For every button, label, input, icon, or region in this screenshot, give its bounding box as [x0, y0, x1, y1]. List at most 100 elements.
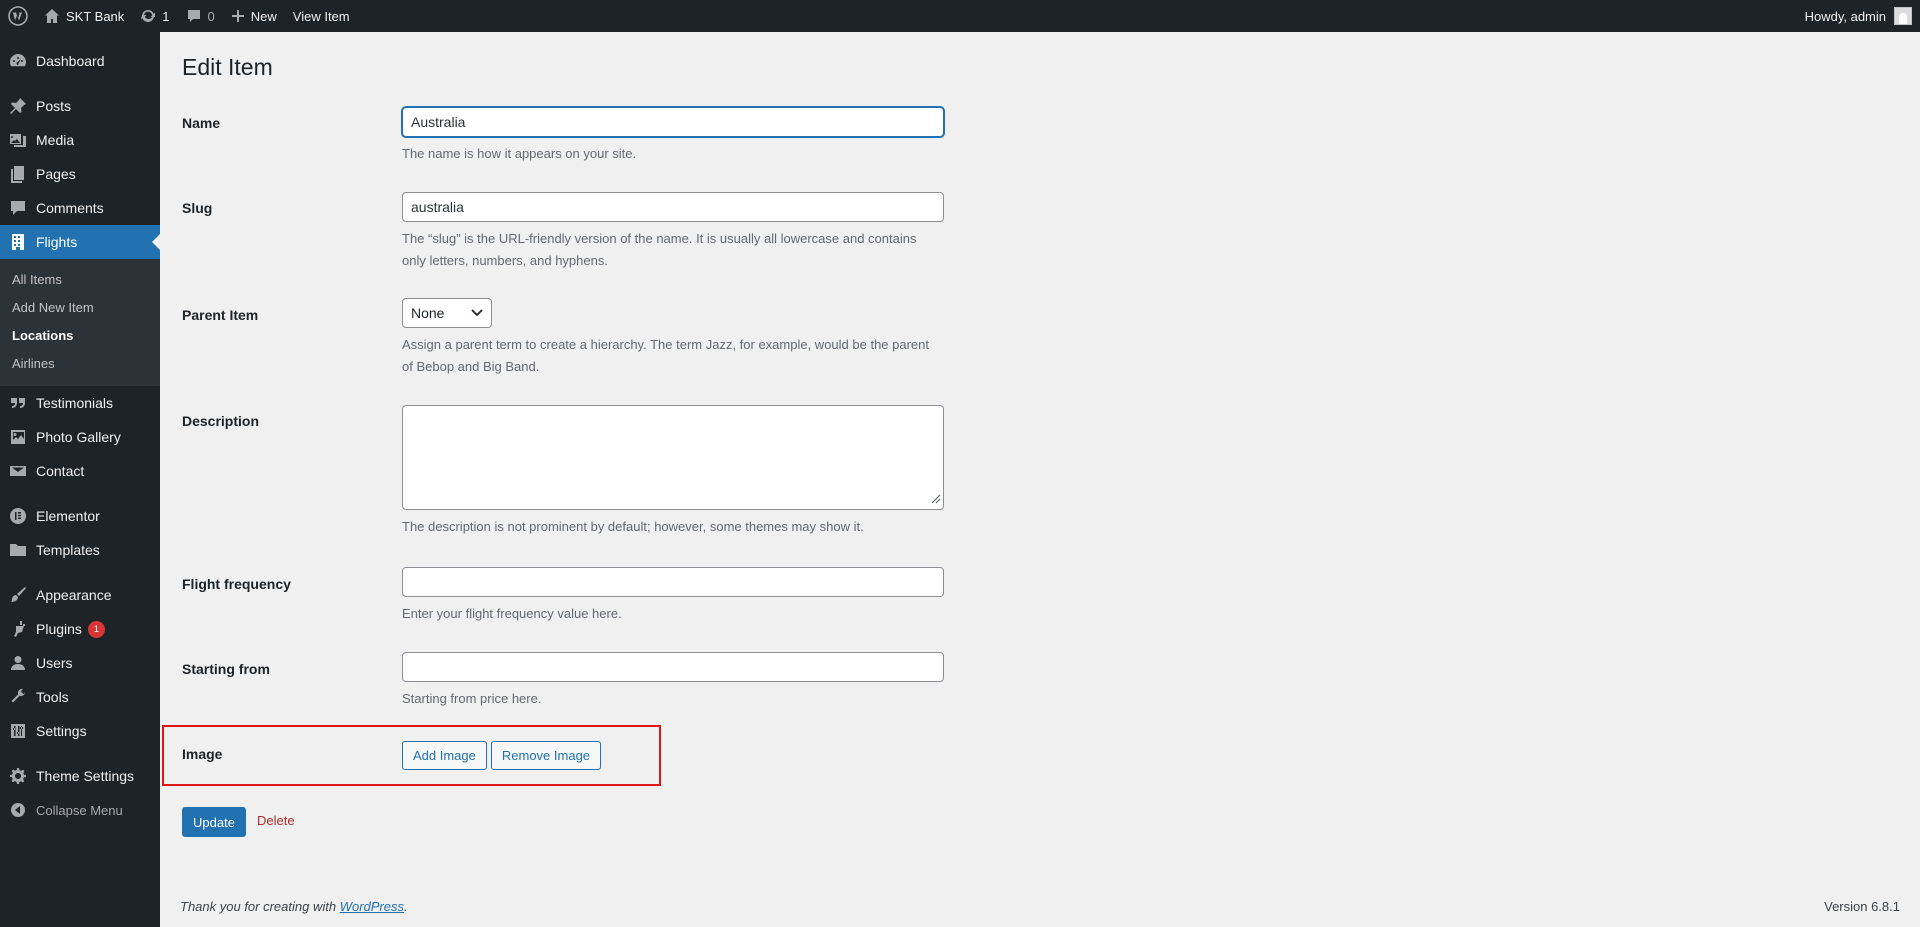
media-icon	[8, 130, 28, 150]
comment-icon	[8, 198, 28, 218]
menu-elementor[interactable]: Elementor	[0, 499, 160, 533]
slug-field-group: The “slug” is the URL-friendly version o…	[402, 192, 944, 272]
menu-plugins[interactable]: Plugins 1	[0, 612, 160, 646]
parent-item-description: Assign a parent term to create a hierarc…	[402, 337, 930, 374]
submenu-add-new-item[interactable]: Add New Item	[0, 294, 160, 322]
menu-appearance-label: Appearance	[36, 587, 112, 603]
new-content-link[interactable]: New	[223, 0, 285, 32]
comments-link[interactable]: 0	[178, 0, 223, 32]
starting-from-input[interactable]	[402, 652, 944, 682]
site-name: SKT Bank	[66, 8, 125, 24]
admin-sidebar: Dashboard Posts Media Pages Comments Fli…	[0, 32, 160, 927]
flights-submenu: All Items Add New Item Locations Airline…	[0, 259, 160, 386]
menu-templates[interactable]: Templates	[0, 533, 160, 567]
submenu-airlines[interactable]: Airlines	[0, 350, 160, 378]
description-textarea[interactable]	[402, 405, 944, 510]
wrench-icon	[8, 687, 28, 707]
menu-settings[interactable]: Settings	[0, 714, 160, 748]
paintbrush-icon	[8, 585, 28, 605]
menu-testimonials[interactable]: Testimonials	[0, 386, 160, 420]
menu-comments[interactable]: Comments	[0, 191, 160, 225]
main-content: Edit Item Name The name is how it appear…	[160, 32, 1920, 927]
menu-posts-label: Posts	[36, 98, 72, 114]
menu-appearance[interactable]: Appearance	[0, 578, 160, 612]
updates-icon	[140, 8, 156, 24]
admin-bar: SKT Bank 1 0 New View Item Howdy, admin	[0, 0, 1920, 32]
collapse-menu-button[interactable]: Collapse Menu	[0, 793, 160, 827]
view-item-link[interactable]: View Item	[285, 0, 358, 32]
menu-dashboard[interactable]: Dashboard	[0, 44, 160, 78]
remove-image-button[interactable]: Remove Image	[490, 741, 602, 770]
update-button[interactable]: Update	[182, 807, 246, 837]
add-image-button[interactable]: Add Image	[402, 741, 487, 770]
menu-elementor-label: Elementor	[36, 508, 100, 524]
slug-description: The “slug” is the URL-friendly version o…	[402, 231, 917, 268]
elementor-icon	[8, 506, 28, 526]
flight-frequency-description: Enter your flight frequency value here.	[402, 606, 622, 621]
site-name-link[interactable]: SKT Bank	[36, 0, 132, 32]
menu-pages-label: Pages	[36, 166, 76, 182]
description-field-group: The description is not prominent by defa…	[402, 405, 962, 538]
menu-users[interactable]: Users	[0, 646, 160, 680]
my-account-link[interactable]: Howdy, admin	[1797, 0, 1920, 32]
plugin-icon	[8, 619, 28, 639]
pages-icon	[8, 164, 28, 184]
description-label: Description	[182, 413, 260, 429]
resize-grip-icon[interactable]	[931, 492, 941, 507]
folder-icon	[8, 540, 28, 560]
parent-item-label: Parent Item	[182, 307, 259, 323]
chevron-down-icon	[471, 309, 483, 317]
name-field-group: The name is how it appears on your site.	[402, 107, 962, 165]
menu-photo-gallery[interactable]: Photo Gallery	[0, 420, 160, 454]
name-description: The name is how it appears on your site.	[402, 146, 637, 161]
parent-item-select[interactable]: None	[402, 298, 492, 328]
name-input[interactable]	[402, 107, 944, 137]
footer-thanks: Thank you for creating with WordPress.	[180, 899, 408, 914]
delete-link[interactable]: Delete	[257, 813, 295, 828]
dashboard-icon	[8, 51, 28, 71]
page-title: Edit Item	[182, 54, 273, 80]
collapse-icon	[8, 800, 28, 820]
parent-item-selected: None	[411, 305, 445, 321]
menu-flights[interactable]: Flights	[0, 225, 160, 259]
menu-flights-label: Flights	[36, 234, 78, 250]
menu-media[interactable]: Media	[0, 123, 160, 157]
submenu-locations[interactable]: Locations	[0, 322, 160, 350]
flight-frequency-input[interactable]	[402, 567, 944, 597]
updates-link[interactable]: 1	[132, 0, 177, 32]
menu-tools[interactable]: Tools	[0, 680, 160, 714]
home-icon	[44, 8, 60, 24]
menu-theme-settings-label: Theme Settings	[36, 768, 135, 784]
footer-thanks-text: Thank you for creating with	[180, 899, 340, 914]
menu-pages[interactable]: Pages	[0, 157, 160, 191]
starting-from-label: Starting from	[182, 661, 270, 677]
menu-plugins-label: Plugins	[36, 621, 82, 637]
wordpress-logo-icon[interactable]	[0, 0, 36, 32]
gear-icon	[8, 766, 28, 786]
slug-input[interactable]	[402, 192, 944, 222]
account-greeting: Howdy, admin	[1804, 8, 1886, 24]
sliders-icon	[8, 721, 28, 741]
menu-tools-label: Tools	[36, 689, 69, 705]
avatar	[1894, 7, 1912, 25]
starting-from-description: Starting from price here.	[402, 691, 542, 706]
name-label: Name	[182, 115, 221, 131]
wordpress-link[interactable]: WordPress	[340, 899, 404, 914]
starting-from-field-group: Starting from price here.	[402, 652, 962, 710]
slug-label: Slug	[182, 200, 213, 216]
footer-thanks-period: .	[404, 899, 408, 914]
quote-icon	[8, 393, 28, 413]
menu-posts[interactable]: Posts	[0, 89, 160, 123]
menu-dashboard-label: Dashboard	[36, 53, 105, 69]
submenu-all-items[interactable]: All Items	[0, 266, 160, 294]
menu-theme-settings[interactable]: Theme Settings	[0, 759, 160, 793]
menu-contact[interactable]: Contact	[0, 454, 160, 488]
menu-photo-gallery-label: Photo Gallery	[36, 429, 121, 445]
collapse-menu-label: Collapse Menu	[36, 802, 123, 818]
menu-testimonials-label: Testimonials	[36, 395, 114, 411]
menu-templates-label: Templates	[36, 542, 100, 558]
menu-users-label: Users	[36, 655, 73, 671]
pin-icon	[8, 96, 28, 116]
envelope-icon	[8, 461, 28, 481]
menu-settings-label: Settings	[36, 723, 87, 739]
